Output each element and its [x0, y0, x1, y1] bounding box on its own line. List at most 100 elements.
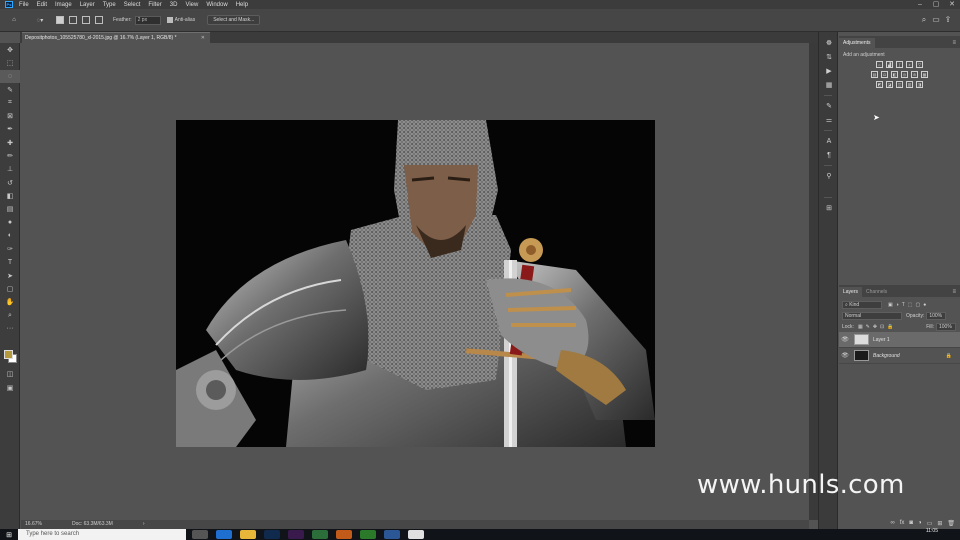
- exposure-icon[interactable]: ±: [906, 61, 913, 68]
- crop-tool-icon[interactable]: ⌗: [0, 96, 20, 109]
- menu-image[interactable]: Image: [55, 2, 72, 8]
- excel-icon[interactable]: [312, 530, 328, 539]
- properties-icon[interactable]: ⊞: [819, 201, 839, 215]
- vertical-scrollbar[interactable]: [809, 43, 818, 520]
- stamp-tool-icon[interactable]: ⊥: [0, 163, 20, 176]
- subtract-selection-icon[interactable]: [82, 16, 90, 24]
- zoom-tool-icon[interactable]: ⌕: [0, 309, 20, 322]
- visibility-eye-icon[interactable]: 👁: [839, 336, 851, 343]
- eyedropper-tool-icon[interactable]: ✒: [0, 123, 20, 136]
- premiere-icon[interactable]: [288, 530, 304, 539]
- zoom-level[interactable]: 16.67%: [25, 520, 42, 529]
- vlc-icon[interactable]: [336, 530, 352, 539]
- move-tool-icon[interactable]: ✥: [0, 43, 20, 56]
- filter-icons[interactable]: ▣◑T⬚▢●: [888, 302, 929, 308]
- document-tab[interactable]: Depositphotos_105525780_xl-2015.jpg @ 16…: [22, 32, 210, 43]
- brushes-icon[interactable]: ✎: [819, 99, 839, 113]
- eraser-tool-icon[interactable]: ◧: [0, 189, 20, 202]
- paragraph-icon[interactable]: ¶: [819, 148, 839, 162]
- history-brush-tool-icon[interactable]: ↺: [0, 176, 20, 189]
- selective-color-icon[interactable]: ◨: [916, 81, 923, 88]
- pen-tool-icon[interactable]: ✑: [0, 242, 20, 255]
- menu-filter[interactable]: Filter: [148, 2, 161, 8]
- fill-input[interactable]: 100%: [936, 322, 956, 331]
- type-tool-icon[interactable]: T: [0, 256, 20, 269]
- new-selection-icon[interactable]: [56, 16, 64, 24]
- menu-file[interactable]: File: [19, 2, 29, 8]
- layer-row-background[interactable]: 👁 Background 🔒: [839, 348, 960, 364]
- select-and-mask-button[interactable]: Select and Mask...: [207, 15, 261, 25]
- taskbar-clock[interactable]: 11:05: [926, 529, 938, 534]
- opacity-input[interactable]: 100%: [926, 311, 947, 320]
- actions-icon[interactable]: ▶: [819, 64, 839, 78]
- tab-channels[interactable]: Channels: [862, 287, 891, 297]
- menu-view[interactable]: View: [185, 2, 198, 8]
- add-selection-icon[interactable]: [69, 16, 77, 24]
- new-layer-icon[interactable]: ⊞: [937, 520, 942, 527]
- color-balance-icon[interactable]: ⚖: [881, 71, 888, 78]
- photoshop-taskbar-icon[interactable]: [264, 530, 280, 539]
- vibrance-icon[interactable]: ▽: [916, 61, 923, 68]
- document-image[interactable]: [176, 120, 655, 447]
- antialias-checkbox[interactable]: [166, 17, 173, 23]
- gradient-map-icon[interactable]: ▥: [906, 81, 913, 88]
- photo-filter-icon[interactable]: ◎: [901, 71, 908, 78]
- add-mask-icon[interactable]: ◙: [909, 520, 913, 526]
- marquee-tool-icon[interactable]: ⬚: [0, 56, 20, 69]
- taskbar-search-input[interactable]: Type here to search: [18, 529, 186, 540]
- menu-window[interactable]: Window: [206, 2, 227, 8]
- tool-presets-icon[interactable]: ⚲: [819, 169, 839, 183]
- layers-menu-icon[interactable]: ≡: [952, 287, 956, 297]
- gradient-tool-icon[interactable]: ▤: [0, 203, 20, 216]
- dodge-tool-icon[interactable]: ◐: [0, 229, 20, 242]
- panel-menu-icon[interactable]: ≡: [952, 38, 956, 48]
- tab-adjustments[interactable]: Adjustments: [839, 38, 875, 48]
- menu-type[interactable]: Type: [103, 2, 116, 8]
- lock-icons[interactable]: ▦✎✥⊡🔒: [858, 324, 897, 330]
- intersect-selection-icon[interactable]: [95, 16, 103, 24]
- brush-tool-icon[interactable]: ✏: [0, 149, 20, 162]
- delete-layer-icon[interactable]: 🗑: [947, 520, 955, 527]
- lasso-preset-icon[interactable]: ◌▾: [34, 14, 46, 26]
- menu-select[interactable]: Select: [124, 2, 141, 8]
- color-swatches[interactable]: [4, 350, 18, 364]
- more-tools-icon[interactable]: ···: [0, 322, 20, 335]
- task-view-icon[interactable]: [192, 530, 208, 539]
- search-icon[interactable]: ⌕: [918, 15, 930, 25]
- levels-icon[interactable]: ▟: [886, 61, 893, 68]
- filter-kind-select[interactable]: ⌕ Kind: [842, 300, 882, 309]
- menu-layer[interactable]: Layer: [80, 2, 95, 8]
- path-select-tool-icon[interactable]: ➤: [0, 269, 20, 282]
- posterize-icon[interactable]: ◪: [886, 81, 893, 88]
- curves-icon[interactable]: ∫: [896, 61, 903, 68]
- lasso-tool-icon[interactable]: ◌: [0, 69, 20, 83]
- maximize-icon[interactable]: ▢: [928, 0, 944, 9]
- screen-mode-icon[interactable]: ▣: [0, 381, 20, 394]
- quick-select-tool-icon[interactable]: ✎: [0, 83, 20, 96]
- explorer-icon[interactable]: [240, 530, 256, 539]
- minimize-icon[interactable]: –: [912, 0, 928, 9]
- brightness-icon[interactable]: ☼: [876, 61, 883, 68]
- invert-icon[interactable]: ◩: [876, 81, 883, 88]
- edge-icon[interactable]: [216, 530, 232, 539]
- healing-tool-icon[interactable]: ✚: [0, 136, 20, 149]
- brush-settings-icon[interactable]: ⚌: [819, 113, 839, 127]
- layer-lock-icon[interactable]: 🔒: [946, 353, 952, 359]
- visibility-eye-icon[interactable]: 👁: [839, 352, 851, 359]
- frame-tool-icon[interactable]: ⊠: [0, 109, 20, 122]
- quick-mask-icon[interactable]: ◫: [0, 367, 20, 380]
- shape-tool-icon[interactable]: ▢: [0, 282, 20, 295]
- adjustment-layer-icon[interactable]: ◑: [918, 520, 922, 526]
- character-icon[interactable]: A: [819, 134, 839, 148]
- close-icon[interactable]: ✕: [944, 0, 960, 9]
- hand-tool-icon[interactable]: ✋: [0, 296, 20, 309]
- status-expand-icon[interactable]: ›: [143, 520, 145, 529]
- bw-icon[interactable]: ◧: [891, 71, 898, 78]
- blend-mode-select[interactable]: Normal: [842, 311, 902, 320]
- app-icon[interactable]: [384, 530, 400, 539]
- feather-input[interactable]: 2 px: [134, 15, 161, 25]
- share-icon[interactable]: ⇪: [942, 15, 954, 25]
- link-layers-icon[interactable]: ∞: [890, 520, 894, 526]
- tab-layers[interactable]: Layers: [839, 287, 863, 297]
- tab-close-icon[interactable]: ✕: [201, 33, 205, 43]
